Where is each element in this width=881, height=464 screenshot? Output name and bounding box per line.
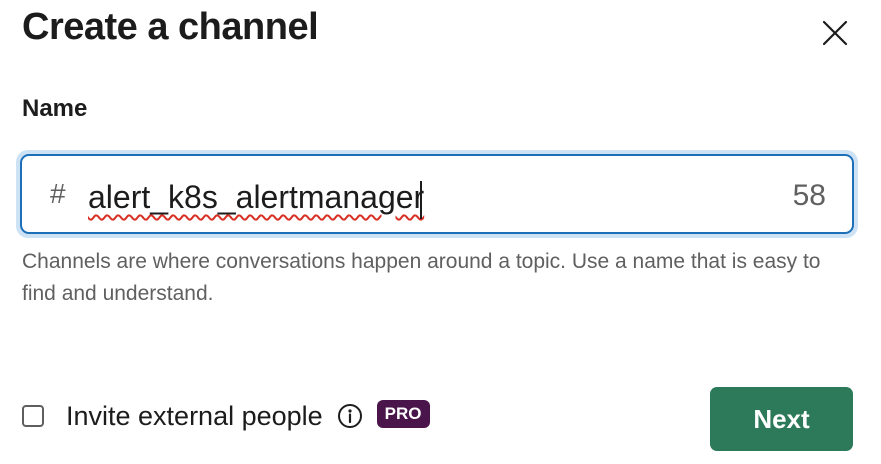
text-caret [420, 180, 423, 219]
close-icon [822, 20, 848, 46]
channel-name-input[interactable]: # alert_k8s_alertmanager 58 [20, 154, 854, 234]
next-button[interactable]: Next [710, 387, 853, 451]
dialog-title: Create a channel [22, 6, 319, 48]
pro-badge: PRO [376, 400, 430, 428]
character-counter: 58 [792, 179, 826, 212]
name-label: Name [22, 95, 88, 122]
channel-name-value[interactable]: alert_k8s_alertmanager [88, 177, 425, 219]
invite-external-checkbox[interactable] [22, 405, 44, 427]
info-icon[interactable] [337, 403, 363, 429]
invite-external-label[interactable]: Invite external people [66, 398, 323, 434]
channel-name-text: alert_k8s_alertmanager [88, 179, 425, 215]
close-button[interactable] [814, 12, 856, 54]
hash-prefix: # [50, 178, 66, 209]
create-channel-dialog: Create a channel Name # alert_k8s_alertm… [0, 0, 881, 464]
name-input-focus-ring: # alert_k8s_alertmanager 58 [16, 150, 858, 238]
invite-external-row: Invite external people PRO [22, 396, 430, 436]
helper-text: Channels are where conversations happen … [22, 250, 821, 305]
